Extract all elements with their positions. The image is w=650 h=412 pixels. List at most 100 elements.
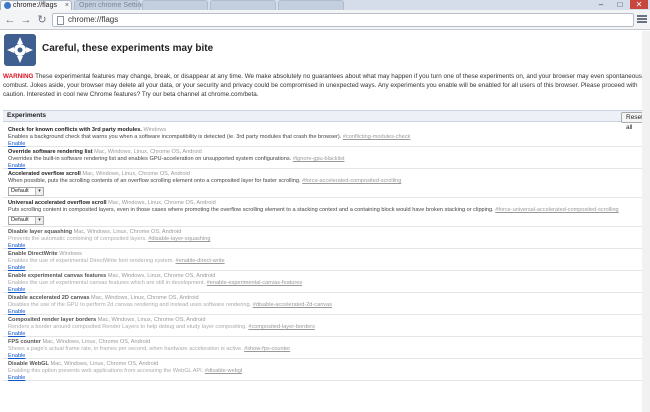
url-text: chrome://flags [68, 15, 119, 24]
menu-icon[interactable] [637, 14, 647, 26]
experiment-row: FPS counter Mac, Windows, Linux, Chrome … [3, 337, 650, 359]
experiment-title: FPS counter Mac, Windows, Linux, Chrome … [8, 339, 150, 346]
chrome-page-icon [4, 2, 11, 9]
experiment-description: Enables the use of experimental canvas f… [8, 280, 302, 287]
experiment-title: Composited render layer borders Mac, Win… [8, 317, 205, 324]
description-text: Prevents the automatic combining of comp… [8, 236, 149, 242]
experiments-header: Experiments [3, 110, 650, 122]
experiment-name: Disable WebGL [8, 361, 49, 367]
experiment-name: Disable accelerated 2D canvas [8, 295, 90, 301]
experiment-row: Enable DirectWrite Windows Enables the us… [3, 249, 650, 271]
maximize-button[interactable]: □ [611, 0, 629, 9]
chevron-down-icon: ▾ [35, 217, 43, 224]
experiment-platforms: Mac, Windows, Linux, Chrome OS, Android [82, 171, 190, 177]
warning-logo-icon [4, 34, 36, 66]
close-button[interactable]: ✕ [630, 0, 648, 9]
experiment-title: Universal accelerated overflow scroll Ma… [8, 200, 216, 207]
reload-button[interactable]: ↻ [35, 13, 49, 27]
description-text: Puts scrolling content in composited lay… [8, 207, 496, 213]
tab-5[interactable] [278, 0, 344, 10]
experiment-platforms: Mac, Windows, Linux, Chrome OS, Android [73, 229, 182, 235]
back-button[interactable]: ← [3, 13, 17, 27]
experiment-description: Disables the use of the GPU to perform 2… [8, 302, 332, 309]
experiment-row: Disable accelerated 2D canvas Mac, Windo… [3, 293, 650, 315]
experiment-anchor-link[interactable]: #force-universal-accelerated-composited-… [495, 207, 618, 213]
experiment-description: Prevents the automatic combining of comp… [8, 236, 210, 243]
chevron-down-icon: ▾ [35, 188, 43, 195]
forward-button[interactable]: → [19, 13, 33, 27]
experiment-description: Enables the use of experimental DirectWr… [8, 258, 225, 265]
enable-link[interactable]: Enable [8, 375, 25, 382]
experiment-anchor-link[interactable]: #disable-layer-squashing [148, 236, 210, 242]
experiment-description: Puts scrolling content in composited lay… [8, 207, 619, 214]
experiment-platforms: Mac, Windows, Linux, Chrome OS, Android [107, 273, 216, 279]
experiment-row: Universal accelerated overflow scroll Ma… [3, 198, 650, 227]
flags-page: Careful, these experiments may bite WARN… [0, 31, 650, 412]
select-value: Default [11, 217, 29, 223]
description-text: Disables the use of the GPU to perform 2… [8, 302, 253, 308]
browser-toolbar: ← → ↻ chrome://flags [0, 10, 650, 30]
experiment-select[interactable]: Default ▾ [8, 216, 44, 225]
tab-title: chrome://flags [13, 2, 57, 9]
experiment-select[interactable]: Default ▾ [8, 187, 44, 196]
experiment-anchor-link[interactable]: #disable-accelerated-2d-canvas [253, 302, 332, 308]
description-text: Enabling this option prevents web applic… [8, 368, 205, 374]
experiment-platforms: Mac, Windows, Linux, Chrome OS, Android [94, 149, 202, 155]
description-text: Overrides the built-in software renderin… [8, 156, 293, 162]
experiment-description: Overrides the built-in software renderin… [8, 156, 344, 163]
experiment-title: Disable layer squashing Mac, Windows, Li… [8, 229, 181, 236]
experiment-name: FPS counter [8, 339, 41, 345]
experiment-title: Accelerated overflow scroll Mac, Windows… [8, 171, 190, 178]
experiment-row: Accelerated overflow scroll Mac, Windows… [3, 169, 650, 198]
experiment-platforms: Mac, Windows, Linux, Chrome OS, Android [42, 339, 151, 345]
tab-3[interactable] [142, 0, 208, 10]
experiment-anchor-link[interactable]: #enable-experimental-canvas-features [207, 280, 302, 286]
experiment-name: Disable layer squashing [8, 229, 73, 235]
experiment-name: Composited render layer borders [8, 317, 97, 323]
description-text: Enables the use of experimental DirectWr… [8, 258, 176, 264]
address-bar[interactable]: chrome://flags [52, 13, 634, 27]
experiment-anchor-link[interactable]: #show-fps-counter [244, 346, 290, 352]
experiment-anchor-link[interactable]: #composited-layer-borders [248, 324, 315, 330]
page-icon [57, 16, 64, 25]
experiment-platforms: Mac, Windows, Linux, Chrome OS, Android [91, 295, 199, 301]
experiment-platforms: Mac, Windows, Linux, Chrome OS, Android [97, 317, 206, 323]
tab-2[interactable]: Open chrome Settings [74, 0, 149, 10]
experiment-name: Enable experimental canvas features [8, 273, 107, 279]
warning-body: These experimental features may change, … [3, 73, 647, 98]
description-text: Renders a border around composited Rende… [8, 324, 249, 330]
description-text: When possible, puts the scrolling conten… [8, 178, 303, 184]
tab-close-icon[interactable]: × [65, 1, 69, 10]
experiment-row: Enable experimental canvas features Mac,… [3, 271, 650, 293]
experiment-anchor-link[interactable]: #enable-direct-write [175, 258, 224, 264]
experiment-anchor-link[interactable]: #conflicting-modules-check [343, 134, 410, 140]
experiment-anchor-link[interactable]: #ignore-gpu-blacklist [293, 156, 345, 162]
experiment-platforms: Windows [59, 251, 82, 257]
experiments-title: Experiments [7, 112, 47, 119]
experiment-row: Check for known conflicts with 3rd party… [3, 125, 650, 147]
experiment-platforms: Windows [143, 127, 167, 133]
experiment-row: Override software rendering list Mac, Wi… [3, 147, 650, 169]
experiments-list: Check for known conflicts with 3rd party… [3, 125, 650, 381]
select-value: Default [11, 188, 29, 194]
experiment-anchor-link[interactable]: #disable-webgl [205, 368, 242, 374]
tab-4[interactable] [210, 0, 276, 10]
experiment-anchor-link[interactable]: #force-accelerated-composited-scrolling [302, 178, 401, 184]
warning-message: WARNING These experimental features may … [3, 72, 648, 99]
tab-flags[interactable]: chrome://flags × [0, 0, 72, 10]
experiment-name: Check for known conflicts with 3rd party… [8, 127, 142, 133]
minimize-button[interactable]: – [592, 0, 610, 9]
description-text: Enables a background check that warns yo… [8, 134, 343, 140]
description-text: Enables the use of experimental canvas f… [8, 280, 207, 286]
description-text: Shows a page's actual frame rate, in fra… [8, 346, 245, 352]
tab-title: Open chrome Settings [79, 2, 149, 9]
experiment-name: Universal accelerated overflow scroll [8, 200, 107, 206]
tab-strip: chrome://flags × Open chrome Settings – … [0, 0, 650, 10]
experiment-row: Composited render layer borders Mac, Win… [3, 315, 650, 337]
warning-label: WARNING [3, 73, 34, 80]
experiment-title: Check for known conflicts with 3rd party… [8, 127, 166, 134]
experiment-description: Shows a page's actual frame rate, in fra… [8, 346, 290, 353]
experiment-title: Enable experimental canvas features Mac,… [8, 273, 215, 280]
page-title: Careful, these experiments may bite [42, 43, 214, 54]
scrollbar[interactable] [642, 31, 650, 412]
